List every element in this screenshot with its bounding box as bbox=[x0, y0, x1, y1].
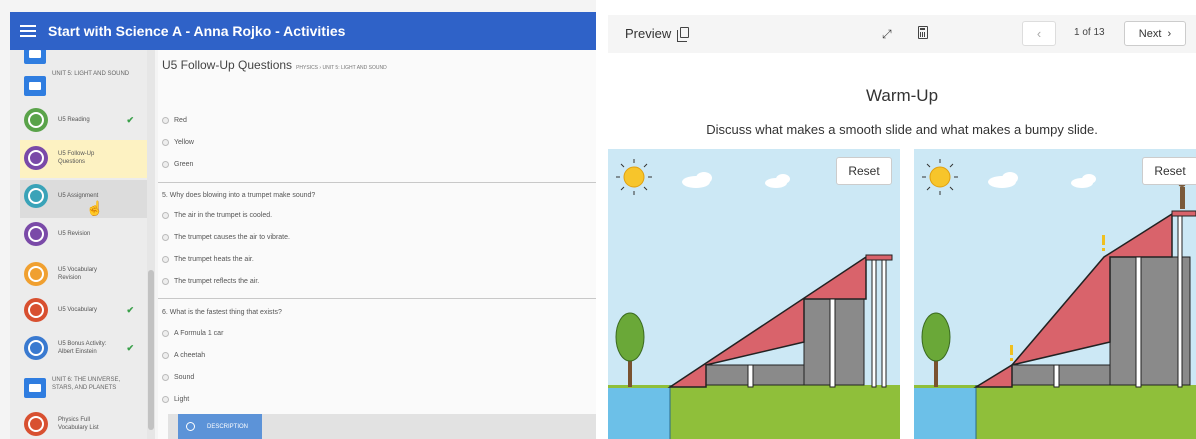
menu-icon[interactable] bbox=[20, 25, 36, 37]
sidebar-item-vocab-revision[interactable]: U5 Vocabulary Revision bbox=[24, 262, 148, 286]
vocabulary-icon bbox=[24, 298, 48, 322]
smooth-slide-illustration bbox=[608, 149, 900, 439]
next-label: Next bbox=[1138, 27, 1162, 40]
app-title: Start with Science A - Anna Rojko - Acti… bbox=[48, 23, 346, 39]
radio-icon[interactable] bbox=[162, 161, 169, 168]
previous-button[interactable]: ‹ bbox=[1022, 21, 1056, 46]
sidebar-item-label: U5 Vocabulary Revision bbox=[58, 267, 98, 281]
sidebar-item-label: U5 Follow-Up Questions bbox=[58, 151, 95, 165]
question-content: U5 Follow-Up Questions PHYSICS › UNIT 5: … bbox=[158, 50, 596, 439]
sidebar: UNIT 5: LIGHT AND SOUND U5 Reading ✔ U5 … bbox=[10, 50, 150, 439]
bumpy-slide-scene: Reset bbox=[914, 149, 1196, 439]
folder-icon bbox=[24, 50, 46, 64]
radio-icon[interactable] bbox=[162, 330, 169, 337]
check-icon: ✔ bbox=[126, 342, 134, 353]
option-green[interactable]: Green bbox=[162, 161, 193, 168]
radio-icon[interactable] bbox=[162, 212, 169, 219]
breadcrumb: PHYSICS › UNIT 5: LIGHT AND SOUND bbox=[296, 65, 387, 71]
sidebar-item-label: U5 Bonus Activity: Albert Einstein bbox=[58, 341, 107, 355]
radio-icon[interactable] bbox=[162, 352, 169, 359]
description-tab-label: DESCRIPTION bbox=[207, 423, 249, 430]
activity-prompt: Discuss what makes a smooth slide and wh… bbox=[706, 122, 1098, 137]
option-q6-3[interactable]: Sound bbox=[162, 374, 194, 381]
reset-button[interactable]: Reset bbox=[1142, 157, 1196, 185]
sidebar-item-label: U5 Assignment bbox=[58, 193, 99, 199]
assignment-icon bbox=[24, 184, 48, 208]
radio-icon[interactable] bbox=[162, 278, 169, 285]
radio-icon[interactable] bbox=[162, 396, 169, 403]
sidebar-item-bonus[interactable]: U5 Bonus Activity: Albert Einstein ✔ bbox=[24, 336, 148, 360]
page-indicator: 1 of 13 bbox=[1074, 27, 1105, 38]
option-q5-3[interactable]: The trumpet heats the air. bbox=[162, 256, 254, 263]
sidebar-scrollbar[interactable] bbox=[147, 50, 155, 439]
reading-icon bbox=[24, 108, 48, 132]
description-tab[interactable]: DESCRIPTION bbox=[178, 414, 262, 439]
sidebar-item-vocabulary[interactable]: U5 Vocabulary ✔ bbox=[24, 298, 148, 322]
option-q6-2[interactable]: A cheetah bbox=[162, 352, 205, 359]
sidebar-item-label: U5 Reading bbox=[58, 117, 90, 123]
check-icon: ✔ bbox=[126, 114, 134, 125]
clock-icon bbox=[186, 422, 195, 431]
option-yellow[interactable]: Yellow bbox=[162, 139, 194, 146]
smooth-slide-scene: Reset bbox=[608, 149, 900, 439]
activity-title: Warm-Up bbox=[865, 86, 939, 105]
divider bbox=[158, 298, 596, 299]
page-title: U5 Follow-Up Questions PHYSICS › UNIT 5: … bbox=[162, 58, 387, 72]
folder-icon bbox=[24, 378, 46, 398]
copy-icon[interactable] bbox=[677, 27, 689, 42]
radio-icon[interactable] bbox=[162, 139, 169, 146]
sidebar-item-reading[interactable]: U5 Reading ✔ bbox=[24, 108, 148, 132]
page-title-text: U5 Follow-Up Questions bbox=[162, 58, 293, 72]
radio-icon[interactable] bbox=[162, 374, 169, 381]
option-red[interactable]: Red bbox=[162, 117, 187, 124]
option-q6-4[interactable]: Light bbox=[162, 396, 189, 403]
hand-cursor-icon: ☝ bbox=[86, 200, 104, 216]
reset-button[interactable]: Reset bbox=[836, 157, 892, 185]
question-5: 5. Why does blowing into a trumpet make … bbox=[162, 192, 316, 199]
check-icon: ✔ bbox=[126, 304, 134, 315]
sidebar-unit-6[interactable]: UNIT 6: THE UNIVERSE, STARS, AND PLANETS bbox=[52, 376, 132, 392]
app-header: Start with Science A - Anna Rojko - Acti… bbox=[10, 12, 596, 50]
radio-icon[interactable] bbox=[162, 117, 169, 124]
question-6: 6. What is the fastest thing that exists… bbox=[162, 309, 282, 316]
preview-window: Preview ⤢ ‹ 1 of 13 Next › Warm-Up Discu… bbox=[608, 0, 1196, 439]
sidebar-item-full-vocab[interactable]: Physics Full Vocabulary List bbox=[24, 412, 148, 436]
sidebar-item-revision[interactable]: U5 Revision bbox=[24, 222, 148, 246]
vocabulary-icon bbox=[24, 262, 48, 286]
calculator-icon[interactable] bbox=[918, 26, 928, 39]
vocabulary-icon bbox=[24, 412, 48, 436]
option-q5-4[interactable]: The trumpet reflects the air. bbox=[162, 278, 259, 285]
scroll-thumb[interactable] bbox=[148, 270, 154, 430]
preview-label: Preview bbox=[625, 26, 672, 41]
sidebar-item-label: U5 Revision bbox=[58, 231, 91, 237]
option-q5-2[interactable]: The trumpet causes the air to vibrate. bbox=[162, 234, 290, 241]
preview-header: Preview ⤢ ‹ 1 of 13 Next › bbox=[608, 15, 1196, 53]
bumpy-slide-illustration bbox=[914, 149, 1196, 439]
sidebar-unit-5[interactable]: UNIT 5: LIGHT AND SOUND bbox=[52, 70, 132, 78]
sidebar-item-follow-up[interactable]: U5 Follow-Up Questions bbox=[24, 146, 148, 170]
radio-icon[interactable] bbox=[162, 256, 169, 263]
lms-window: Start with Science A - Anna Rojko - Acti… bbox=[0, 0, 596, 439]
bonus-icon bbox=[24, 336, 48, 360]
next-button[interactable]: Next › bbox=[1124, 21, 1186, 46]
divider bbox=[158, 182, 596, 183]
option-q6-1[interactable]: A Formula 1 car bbox=[162, 330, 223, 337]
folder-icon bbox=[24, 76, 46, 96]
radio-icon[interactable] bbox=[162, 234, 169, 241]
expand-icon[interactable]: ⤢ bbox=[882, 27, 892, 42]
sidebar-item-label: Physics Full Vocabulary List bbox=[58, 417, 99, 431]
option-q5-1[interactable]: The air in the trumpet is cooled. bbox=[162, 212, 272, 219]
question-icon bbox=[24, 222, 48, 246]
sidebar-item-label: U5 Vocabulary bbox=[58, 307, 98, 313]
question-icon bbox=[24, 146, 48, 170]
